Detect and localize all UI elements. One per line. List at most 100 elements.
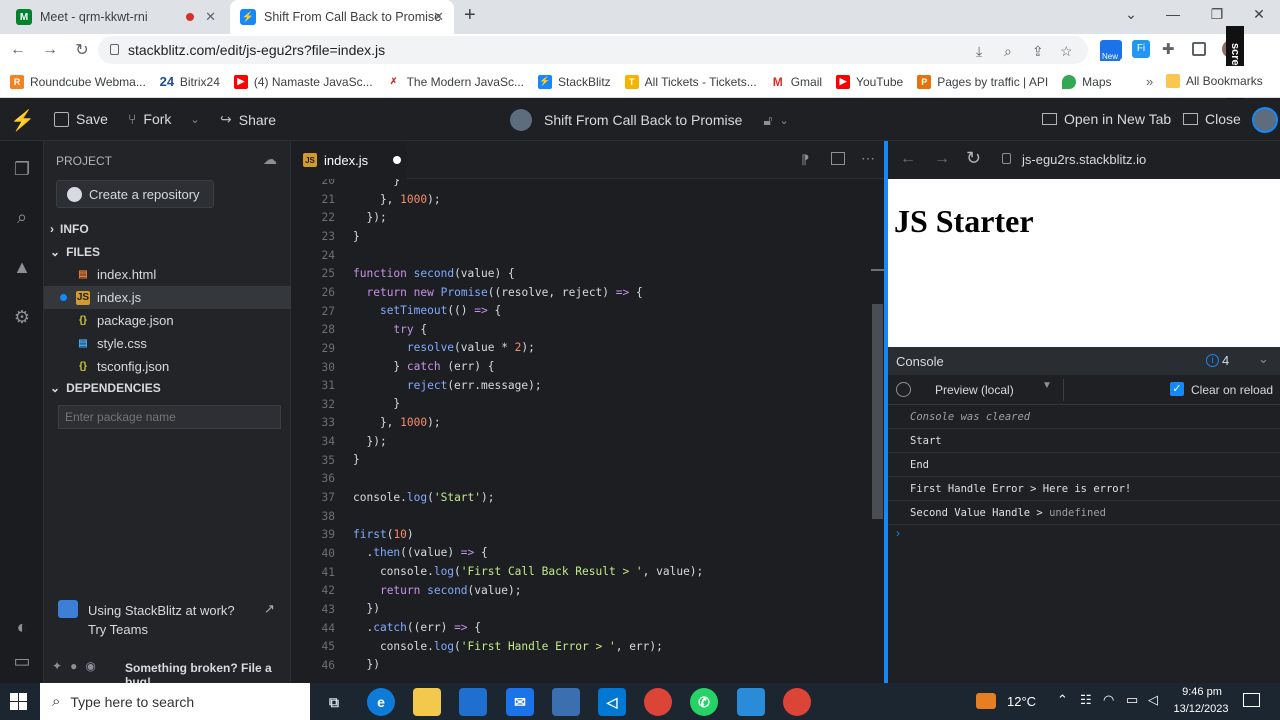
clear-on-reload-checkbox[interactable]: ✓ [1170,382,1184,396]
create-repository-button[interactable]: Create a repository [56,180,214,208]
search-icon[interactable]: ⌕ [8,203,36,231]
file-item-package-json[interactable]: {} package.json [44,309,291,332]
preview-url[interactable]: js-egu2rs.stackblitz.io [1022,152,1146,167]
store-icon[interactable] [459,688,487,716]
chrome-icon[interactable] [644,688,672,716]
notifications-icon[interactable] [1243,693,1260,707]
try-teams-link[interactable]: Try Teams [88,622,148,637]
format-icon[interactable]: ⁋ [801,152,809,168]
bookmark-item[interactable]: ▶ (4) Namaste JavaSc... [233,74,373,89]
dependencies-section-header[interactable]: ⌄ DEPENDENCIES [50,381,161,395]
files-icon[interactable]: ❐ [8,155,36,183]
file-item-tsconfig-json[interactable]: {} tsconfig.json [44,355,291,378]
info-section-header[interactable]: › INFO [50,222,89,236]
clock-time[interactable]: 9:46 pm [1172,686,1232,698]
terminal-panel-icon[interactable]: ▭ [8,647,36,675]
code-area[interactable]: 20 21 22 23 24 25 26 27 28 29 30 31 32 33 34 35 36 37 38 39… [291,179,871,683]
user-avatar[interactable] [1252,107,1278,133]
chrome-icon[interactable] [783,688,811,716]
console-header[interactable]: Console i 4 ⌄ [888,347,1280,375]
settings-gear-icon[interactable]: ⚙ [8,303,36,331]
network-icon[interactable]: ☷ [1080,692,1092,708]
bookmark-item[interactable]: R Roundcube Webma... [10,74,146,89]
bookmark-item[interactable]: T All Tickets - Tickets... [624,74,757,89]
firebase-icon[interactable]: ▲ [8,253,36,281]
battery-icon[interactable]: ▭ [1126,692,1138,708]
bookmark-item[interactable]: M Gmail [771,75,822,89]
back-icon[interactable]: ← [2,36,34,64]
close-window-button[interactable]: ✕ [1236,0,1280,28]
editor-tab-index-js[interactable]: JS index.js [291,141,407,179]
bookmark-item[interactable]: Maps [1062,74,1112,89]
share-button[interactable]: ↪ Share [220,111,276,128]
edge-icon[interactable]: e [367,688,395,716]
app-icon[interactable] [552,688,580,716]
file-explorer-icon[interactable] [413,688,441,716]
editor-scrollbar[interactable] [871,179,884,683]
split-editor-icon[interactable] [831,152,845,165]
all-bookmarks[interactable]: All Bookmarks [1166,74,1263,88]
bookmark-star-icon[interactable]: ☆ [1060,43,1073,60]
package-name-input[interactable] [58,405,281,429]
bookmark-item[interactable]: P Pages by traffic | API [917,74,1048,89]
more-options-icon[interactable]: ⋯ [861,150,875,167]
address-bar[interactable]: stackblitz.com/edit/js-egu2rs?file=index… [98,36,1088,64]
chevron-down-icon[interactable]: ⌄ [779,114,788,127]
side-panel-icon[interactable] [1192,42,1206,56]
bookmark-item[interactable]: ✗ The Modern JavaSc... [387,75,524,89]
mail-icon[interactable]: ✉ [506,688,534,716]
cloud-upload-icon[interactable]: ☁ [263,151,277,168]
reload-icon[interactable]: ↻ [966,148,981,169]
extensions-puzzle-icon[interactable]: ✚ [1162,40,1175,58]
vscode-icon[interactable]: ◁ [598,688,626,716]
windows-start-icon[interactable] [10,693,27,710]
chevron-up-icon[interactable]: ⌃ [1057,692,1068,708]
file-item-index-html[interactable]: ▤ index.html [44,263,291,286]
chevron-down-icon[interactable]: ⌄ [190,113,199,126]
wifi-icon[interactable]: ◠ [1103,692,1114,708]
close-preview-button[interactable]: Close [1183,111,1241,127]
stackblitz-logo-icon[interactable]: ⚡ [10,108,35,133]
reload-icon[interactable]: ↻ [66,36,98,64]
theme-toggle-icon[interactable]: ◐ [8,613,36,641]
weather-temp[interactable]: 12°C [1007,694,1036,709]
more-bookmarks-icon[interactable]: » [1146,74,1153,89]
browser-tab-meet[interactable]: M Meet - qrm-kkwt-rni ✕ [6,0,226,34]
console-prompt-icon[interactable]: › [896,526,900,540]
bookmark-item[interactable]: ▶ YouTube [836,74,903,89]
new-tab-button[interactable]: + [464,4,476,27]
task-view-icon[interactable]: ⧉ [320,688,348,716]
project-title[interactable]: Shift From Call Back to Promise 🔓︎ ⌄ [510,109,789,131]
maximize-button[interactable]: ❐ [1194,0,1240,28]
files-section-header[interactable]: ⌄ FILES [50,245,100,259]
tab-search-icon[interactable]: ⌄ [1108,0,1154,28]
scrollbar-thumb[interactable] [872,304,883,519]
close-tab-icon[interactable]: ✕ [433,9,444,25]
chevron-down-icon[interactable]: ⌄ [1258,351,1269,367]
minimize-button[interactable]: — [1150,0,1196,28]
share-icon[interactable]: ⇪ [1032,43,1044,60]
twitter-icon[interactable]: ✦ [52,659,62,673]
file-item-index-js[interactable]: JS index.js [44,286,291,309]
file-item-style-css[interactable]: ▤ style.css [44,332,291,355]
clock-date[interactable]: 13/12/2023 [1168,703,1234,715]
install-icon[interactable]: ⤓ [976,43,982,60]
taskbar-search[interactable]: ⌕ Type here to search [40,683,310,720]
close-tab-icon[interactable]: ✕ [205,9,216,25]
save-button[interactable]: Save [54,111,108,127]
github-icon[interactable]: ● [70,659,77,673]
fi-extension-icon[interactable]: Fi [1132,40,1150,58]
zoom-icon[interactable]: ⌕ [1004,43,1012,60]
bookmark-item[interactable]: ⚡ StackBlitz [537,74,611,89]
bookmark-item[interactable]: 24 Bitrix24 [160,74,220,89]
whatsapp-icon[interactable]: ✆ [690,688,718,716]
fork-button[interactable]: ⑂ Fork ⌄ [128,111,200,127]
clear-console-icon[interactable] [896,382,911,397]
preview-select[interactable]: Preview (local) [935,383,1014,397]
dropdown-arrow-icon[interactable]: ▼ [1042,380,1052,391]
browser-tab-stackblitz[interactable]: ⚡ Shift From Call Back to Promise ✕ [230,0,454,34]
photos-icon[interactable] [737,688,765,716]
unsaved-dot-icon[interactable] [393,156,402,164]
back-icon[interactable]: ← [900,150,916,168]
volume-icon[interactable]: ◁ [1148,692,1158,708]
